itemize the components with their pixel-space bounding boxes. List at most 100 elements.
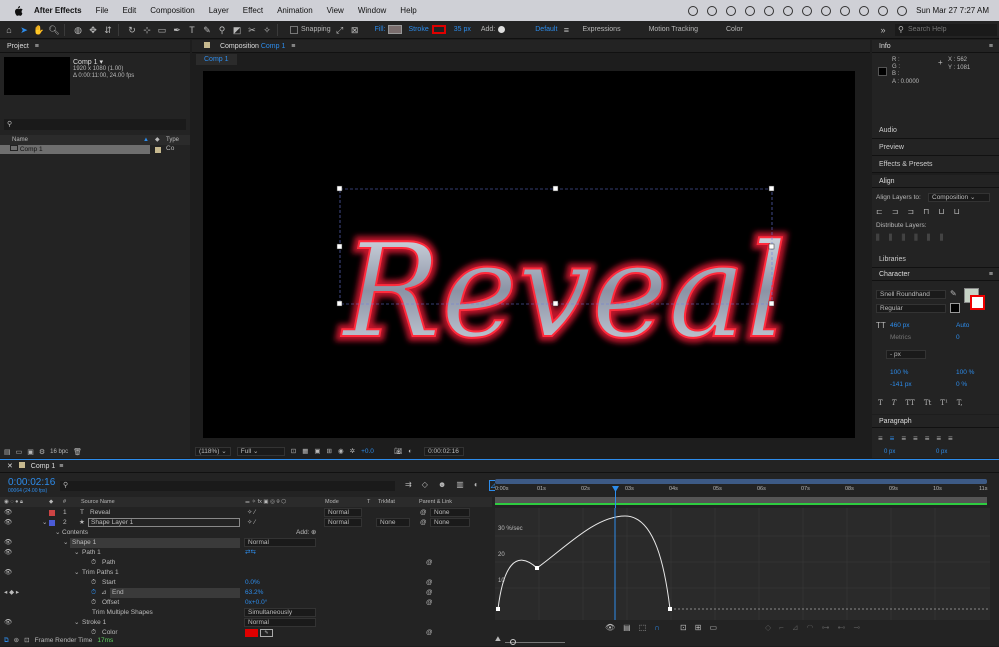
fit-all-icon[interactable]: ⊞ (695, 623, 702, 632)
col-trkmat[interactable]: TrkMat (378, 497, 395, 507)
comp-name[interactable]: Comp 1 ▾ (73, 58, 103, 66)
draft-3d-icon[interactable]: ◇ (422, 480, 428, 491)
hold-icon[interactable]: ⌐ (779, 623, 784, 632)
menu-view[interactable]: View (327, 6, 344, 15)
reveal-shape[interactable]: Reveal Reveal (203, 71, 855, 438)
parent-dropdown[interactable]: None (430, 508, 470, 517)
parent-pickwhip-icon[interactable]: @ (420, 508, 427, 518)
add-shape-label[interactable]: Add: (296, 528, 309, 538)
stopwatch-icon[interactable]: ⏱︎ (91, 598, 96, 608)
menu-effect[interactable]: Effect (243, 6, 263, 15)
eyedropper-icon[interactable]: ✎ (950, 289, 957, 298)
github-icon[interactable] (707, 5, 718, 16)
font-family-dropdown[interactable]: Snell Roundhand (876, 290, 946, 299)
audio-panel-tab[interactable]: Audio (872, 122, 999, 139)
end-value[interactable]: 63.2% (245, 588, 263, 598)
frame-blending-icon[interactable]: ▥ (456, 480, 464, 491)
align-top-icon[interactable]: ⊓ (923, 207, 929, 216)
label-swatch[interactable] (155, 147, 161, 153)
expression-pickwhip-icon[interactable]: @ (426, 578, 433, 588)
prop-stroke1[interactable]: 👁︎ ⌄ Stroke 1 Normal (0, 618, 492, 628)
rectangle-tool-icon[interactable]: ▭ (156, 24, 168, 36)
speed-graph[interactable]: 30 %/sec 20 10 (495, 508, 990, 620)
shape1-mode-dropdown[interactable]: Normal (244, 538, 316, 547)
av-switches-icon[interactable]: ◉ ◌ ● 🔒︎ (4, 497, 23, 507)
dropbox-icon[interactable] (745, 5, 756, 16)
col-mode[interactable]: Mode (325, 497, 339, 507)
selection-tool-icon[interactable]: ➤ (18, 24, 30, 36)
expression-pickwhip-icon[interactable]: @ (426, 588, 433, 598)
layer-switches[interactable]: ✧ ⁄ (247, 518, 255, 528)
align-center-text-icon[interactable]: ≡ (890, 434, 895, 443)
type-tool-icon[interactable]: T (186, 24, 198, 36)
stroke-width-dropdown[interactable]: - px (886, 350, 926, 359)
search-help-input[interactable] (908, 24, 994, 35)
menu-animation[interactable]: Animation (277, 6, 313, 15)
keyframe-nav[interactable]: ◂ ◆ ▸ (4, 588, 19, 598)
transform-box-icon[interactable]: ⬚ (639, 623, 647, 632)
expression-pickwhip-icon[interactable]: @ (426, 558, 433, 568)
graph-toggle-icon[interactable]: ⊿ (101, 588, 106, 598)
baseline-value[interactable]: -141 px (890, 381, 912, 388)
timeline-tab[interactable]: ✕ Comp 1 ≡ (0, 460, 999, 473)
layer-name[interactable]: Reveal (90, 508, 110, 518)
rotate-tool-icon[interactable]: ↻ (126, 24, 138, 36)
graph-type-icon[interactable]: ▤ (623, 623, 631, 632)
color-black-swatch[interactable] (950, 303, 960, 313)
snapshot-icon[interactable]: 📷︎ (394, 447, 402, 455)
pan-tool-icon[interactable]: ✥ (87, 24, 99, 36)
project-search[interactable]: ⚲ (4, 119, 186, 130)
project-item[interactable]: Comp 1 (0, 145, 150, 154)
prop-shape1[interactable]: 👁︎ ⌄ Shape 1 Normal (0, 538, 492, 548)
shy-icon[interactable]: ☻ (438, 480, 446, 491)
twirl-open-icon[interactable]: ⌄ (42, 518, 47, 528)
home-icon[interactable]: ⌂ (3, 24, 15, 36)
prop-end[interactable]: ◂ ◆ ▸ ⏱︎ ⊿ End 63.2% @ (0, 588, 492, 598)
stopwatch-icon[interactable]: ⏱︎ (91, 558, 96, 568)
show-properties-icon[interactable]: 👁︎ (605, 623, 615, 632)
lock-icon[interactable] (204, 42, 210, 48)
faux-bold-button[interactable]: T (878, 399, 883, 407)
col-label-icon[interactable]: ◆ (49, 497, 53, 507)
bluetooth-icon[interactable] (802, 5, 813, 16)
parent-pickwhip-icon[interactable]: @ (420, 518, 427, 528)
comp-subtab[interactable]: Comp 1 (196, 54, 237, 65)
snapping-checkbox[interactable] (290, 25, 298, 34)
app-name[interactable]: After Effects (34, 6, 82, 15)
dist-left-icon[interactable]: ⫼ (914, 233, 918, 243)
effects-presets-tab[interactable]: Effects & Presets (872, 156, 999, 173)
workspace-color[interactable]: Color (726, 26, 743, 33)
stroke-width[interactable]: 35 px (454, 26, 471, 33)
zoom-tool-icon[interactable]: 🔍︎ (48, 24, 60, 36)
indent-left[interactable]: 0 px (884, 449, 895, 455)
offset-value[interactable]: 0x+0.0° (245, 598, 267, 608)
character-title[interactable]: Character ≡ (872, 268, 999, 281)
menu-layer[interactable]: Layer (209, 6, 229, 15)
snap-option-icon[interactable]: ⤢ (334, 24, 346, 36)
prop-trim-multi[interactable]: Trim Multiple Shapes Simultaneously (0, 608, 492, 618)
layer-row-2[interactable]: 👁︎ ⌄ 2 ★ Shape Layer 1 ✧ ⁄ Normal None @… (0, 518, 492, 528)
parent-dropdown[interactable]: None (430, 518, 470, 527)
settings-icon[interactable]: ⚙ (39, 448, 45, 456)
more-workspaces-icon[interactable]: » (877, 24, 889, 36)
menubar-clock[interactable]: Sun Mar 27 7:27 AM (916, 6, 989, 15)
justify-all-icon[interactable]: ≡ (948, 434, 953, 443)
align-right-icon[interactable]: ⊐ (907, 207, 914, 216)
wifi-icon[interactable] (840, 5, 851, 16)
menu-window[interactable]: Window (358, 6, 386, 15)
align-bottom-icon[interactable]: ⊔ (954, 207, 960, 216)
stroke-label[interactable]: Stroke (408, 26, 428, 33)
align-left-text-icon[interactable]: ≡ (878, 434, 883, 443)
indent-right[interactable]: 0 px (936, 449, 947, 455)
roto-tool-icon[interactable]: ✂ (246, 24, 258, 36)
region-icon[interactable]: ⊡ (291, 447, 296, 455)
align-title[interactable]: Align (872, 175, 999, 188)
zoom-out-icon[interactable]: ⛰︎ (495, 636, 501, 644)
brush-tool-icon[interactable]: ✎ (201, 24, 213, 36)
subscript-button[interactable]: T, (957, 399, 963, 407)
workspace-menu-icon[interactable]: ≡ (560, 24, 572, 36)
dolly-tool-icon[interactable]: ⇵ (102, 24, 114, 36)
pen-tool-icon[interactable]: ✒ (171, 24, 183, 36)
clock-icon[interactable] (783, 5, 794, 16)
prop-offset[interactable]: ⏱︎ Offset 0x+0.0° @ (0, 598, 492, 608)
